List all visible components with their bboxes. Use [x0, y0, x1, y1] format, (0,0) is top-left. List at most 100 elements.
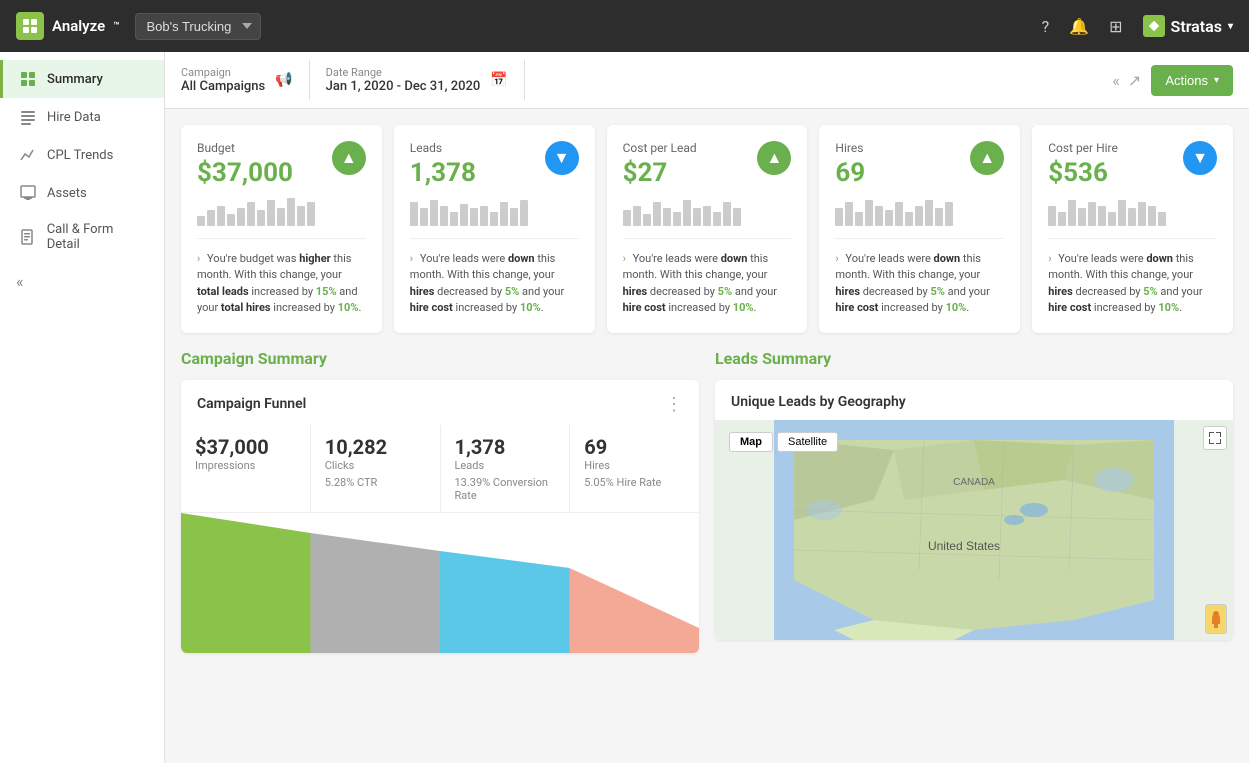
funnel-hires-value: 69 — [584, 435, 685, 459]
campaign-filter-value: All Campaigns — [181, 79, 265, 94]
metric-info-leads: Leads 1,378 — [410, 141, 476, 188]
external-link-icon[interactable]: ↗ — [1128, 71, 1141, 90]
sidebar-item-call-form[interactable]: Call & Form Detail — [0, 212, 164, 262]
date-range-filter-content: Date Range Jan 1, 2020 - Dec 31, 2020 — [326, 66, 481, 94]
clicks-value: 10,282 — [325, 435, 426, 459]
actions-button[interactable]: Actions ▾ — [1151, 65, 1233, 96]
campaign-funnel-menu[interactable]: ⋮ — [665, 394, 683, 415]
highlight: down — [721, 252, 748, 265]
bell-icon[interactable]: 🔔 — [1069, 17, 1089, 36]
mini-bar — [895, 202, 903, 226]
metric-info-budget: Budget $37,000 — [197, 141, 293, 188]
mini-bar — [490, 212, 498, 226]
campaign-filter[interactable]: Campaign All Campaigns 📢 — [181, 60, 310, 100]
hires-label: Hires — [835, 141, 865, 155]
mini-bar — [693, 208, 701, 226]
mini-bar — [703, 206, 711, 226]
leads-geography-title: Unique Leads by Geography — [731, 394, 906, 410]
funnel-metrics: $37,000 Impressions 10,282 Clicks 5.28% … — [181, 425, 699, 513]
metric-top-cpl: Cost per Lead $27 ▲ — [623, 141, 792, 188]
mini-bar — [1158, 212, 1166, 226]
mini-bar — [197, 216, 205, 226]
metric-card-leads: Leads 1,378 ▼ — [394, 125, 595, 333]
mini-bar — [520, 200, 528, 226]
campaign-funnel-title: Campaign Funnel — [197, 396, 306, 412]
leads-summary-section: Leads Summary Unique Leads by Geography … — [715, 349, 1233, 653]
mini-bar — [713, 212, 721, 226]
highlight: 5% — [505, 285, 519, 298]
brand-logo: Stratas ▾ — [1143, 15, 1233, 37]
highlight: hires — [1048, 285, 1073, 298]
highlight: down — [508, 252, 535, 265]
leads-value: 1,378 — [410, 159, 476, 188]
brand-chevron[interactable]: ▾ — [1228, 21, 1233, 32]
date-icon: 📅 — [490, 72, 507, 88]
cph-mini-bars — [1048, 198, 1217, 226]
help-icon[interactable]: ? — [1042, 17, 1050, 36]
highlight: down — [1146, 252, 1173, 265]
nav-left: Analyze™ Bob's Trucking — [16, 12, 261, 40]
actions-chevron: ▾ — [1214, 75, 1219, 86]
sidebar-collapse-button[interactable]: « — [0, 262, 164, 301]
metric-top-hires: Hires 69 ▲ — [835, 141, 1004, 188]
mini-bar — [500, 202, 508, 226]
funnel-chart-svg — [181, 513, 699, 653]
mini-bar — [1058, 212, 1066, 226]
funnel-metric-impressions: $37,000 Impressions — [181, 425, 311, 512]
company-selector[interactable]: Bob's Trucking — [135, 13, 261, 40]
highlight: 10% — [1158, 301, 1179, 314]
cph-label: Cost per Hire — [1048, 141, 1118, 155]
map-pegman-icon[interactable] — [1205, 604, 1227, 634]
map-container: Map Satellite — [715, 420, 1233, 640]
map-expand-button[interactable] — [1203, 426, 1227, 450]
mini-bar — [1088, 202, 1096, 226]
sidebar-item-cpl-trends[interactable]: CPL Trends — [0, 136, 164, 174]
map-tab-map[interactable]: Map — [729, 432, 773, 452]
mini-bar — [845, 202, 853, 226]
impressions-value: $37,000 — [195, 435, 296, 459]
cph-value: $536 — [1048, 159, 1118, 188]
funnel-metric-hires: 69 Hires 5.05% Hire Rate — [570, 425, 699, 512]
call-form-label: Call & Form Detail — [47, 222, 148, 252]
mini-bar — [480, 206, 488, 226]
funnel-metric-clicks: 10,282 Clicks 5.28% CTR — [311, 425, 441, 512]
map-tab-satellite[interactable]: Satellite — [777, 432, 838, 452]
highlight: total hires — [221, 301, 271, 314]
app-logo: Analyze™ — [16, 12, 119, 40]
svg-text:United States: United States — [928, 539, 1000, 553]
clicks-ctr: 5.28% CTR — [325, 476, 426, 489]
mini-bar — [835, 208, 843, 226]
highlight: 10% — [946, 301, 967, 314]
mini-bar — [663, 208, 671, 226]
highlight: 10% — [338, 301, 359, 314]
collapse-icon[interactable]: « — [1112, 71, 1120, 90]
assets-label: Assets — [47, 186, 87, 201]
metric-info-hires: Hires 69 — [835, 141, 865, 188]
sidebar-item-hire-data[interactable]: Hire Data — [0, 98, 164, 136]
funnel-leads-value: 1,378 — [455, 435, 556, 459]
sidebar-item-summary[interactable]: Summary — [0, 60, 164, 98]
mini-bar — [1118, 200, 1126, 226]
metrics-row: Budget $37,000 ▲ — [165, 109, 1249, 349]
mini-bar — [257, 210, 265, 226]
cpl-mini-bars — [623, 198, 792, 226]
hire-data-label: Hire Data — [47, 110, 101, 125]
header-right: « ↗ Actions ▾ — [1112, 65, 1233, 96]
mini-bar — [1128, 208, 1136, 226]
campaign-icon: 📢 — [275, 72, 292, 88]
header-filters: Campaign All Campaigns 📢 Date Range Jan … — [181, 60, 525, 100]
funnel-hires-rate: 5.05% Hire Rate — [584, 476, 685, 489]
highlight: total leads — [197, 285, 249, 298]
budget-value: $37,000 — [197, 159, 293, 188]
sidebar-item-assets[interactable]: Assets — [0, 174, 164, 212]
date-range-filter[interactable]: Date Range Jan 1, 2020 - Dec 31, 2020 📅 — [310, 60, 525, 100]
metric-info-cpl: Cost per Lead $27 — [623, 141, 697, 188]
grid-icon[interactable]: ⊞ — [1109, 17, 1122, 36]
mini-bar — [1048, 206, 1056, 226]
cpl-trends-icon — [19, 146, 37, 164]
highlight: hires — [410, 285, 435, 298]
mini-bar — [217, 206, 225, 226]
highlight: hire cost — [835, 301, 878, 314]
highlight: hires — [835, 285, 860, 298]
brand-icon — [1143, 15, 1165, 37]
